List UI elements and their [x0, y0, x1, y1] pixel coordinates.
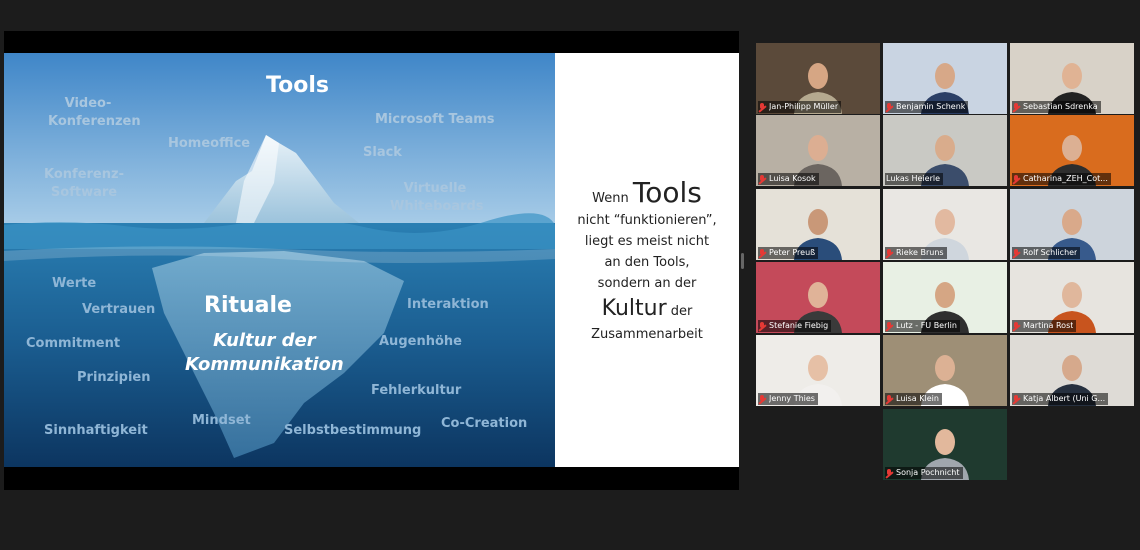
presentation-slide: Tools Rituale Kultur der Kommunikation V…: [4, 53, 739, 467]
participant-tile[interactable]: Sonja Pochnicht: [883, 409, 1007, 480]
keyword-vertrauen: Vertrauen: [82, 302, 156, 317]
participant-name: Catharina_ZEH_Cot...: [1023, 174, 1108, 183]
participant-name-label: Luisa Kosok: [758, 173, 819, 185]
participant-tile[interactable]: Jenny Thies: [756, 335, 880, 406]
keyword-sinnhaftigkeit: Sinnhaftigkeit: [44, 423, 148, 438]
participant-name: Benjamin Schenk: [896, 102, 966, 111]
participant-name: Sonja Pochnicht: [896, 468, 960, 477]
text-line-2: liegt es meist nicht: [584, 233, 710, 249]
participant-tile[interactable]: Lukas Heierle: [883, 115, 1007, 186]
shared-screen: Tools Rituale Kultur der Kommunikation V…: [4, 31, 739, 490]
keyword-virtuelle-whiteboards: Virtuelle Whiteboards: [390, 181, 484, 214]
tools-heading: Tools: [266, 73, 329, 98]
muted-mic-icon: [1013, 321, 1020, 331]
participant-name-label: Rolf Schlicher: [1012, 247, 1081, 259]
participant-name-label: Sonja Pochnicht: [885, 467, 963, 479]
muted-mic-icon: [1013, 394, 1020, 404]
keyword-prinzipien: Prinzipien: [77, 370, 151, 385]
muted-mic-icon: [886, 248, 893, 258]
keyword-selbstbestimmung: Selbstbestimmung: [284, 423, 422, 438]
participant-tile[interactable]: Benjamin Schenk: [883, 43, 1007, 114]
participant-name: Luisa Klein: [896, 394, 939, 403]
participant-name-label: Jan-Philipp Müller: [758, 101, 842, 113]
kultur-heading: Kultur der Kommunikation: [185, 330, 344, 375]
participant-tile[interactable]: Rieke Bruns: [883, 189, 1007, 260]
text-kultur-large: Kultur: [601, 295, 667, 321]
participant-tile[interactable]: Luisa Kosok: [756, 115, 880, 186]
muted-mic-icon: [759, 174, 766, 184]
participant-tile[interactable]: Rolf Schlicher: [1010, 189, 1134, 260]
text-der: der: [670, 303, 693, 319]
participant-name-label: Peter Preuß: [758, 247, 819, 259]
participant-name: Peter Preuß: [769, 248, 816, 257]
participant-tile[interactable]: Catharina_ZEH_Cot...: [1010, 115, 1134, 186]
keyword-videokonferenzen: Video- Konferenzen: [48, 96, 141, 129]
participant-name: Lutz - FU Berlin: [896, 321, 957, 330]
muted-mic-icon: [886, 468, 893, 478]
participant-name: Lukas Heierle: [886, 174, 941, 183]
participant-name: Luisa Kosok: [769, 174, 816, 183]
muted-mic-icon: [886, 321, 893, 331]
text-wenn: Wenn: [592, 190, 629, 206]
participant-name: Katja Albert (Uni G...: [1023, 394, 1106, 403]
participant-name-label: Benjamin Schenk: [885, 101, 969, 113]
iceberg-image: Tools Rituale Kultur der Kommunikation V…: [4, 53, 555, 467]
muted-mic-icon: [759, 321, 766, 331]
participant-name-label: Stefanie Fiebig: [758, 320, 832, 332]
participant-name-label: Jenny Thies: [758, 393, 818, 405]
keyword-augenhoehe: Augenhöhe: [379, 334, 462, 349]
participant-name: Martina Rost: [1023, 321, 1074, 330]
keyword-slack: Slack: [363, 145, 402, 160]
participant-tile[interactable]: Katja Albert (Uni G...: [1010, 335, 1134, 406]
participant-tile[interactable]: Sebastian Sdrenka: [1010, 43, 1134, 114]
participant-name: Stefanie Fiebig: [769, 321, 829, 330]
participant-tile[interactable]: Martina Rost: [1010, 262, 1134, 333]
participant-name-label: Katja Albert (Uni G...: [1012, 393, 1109, 405]
muted-mic-icon: [1013, 248, 1020, 258]
participant-tile[interactable]: Jan-Philipp Müller: [756, 43, 880, 114]
keyword-interaktion: Interaktion: [407, 297, 489, 312]
muted-mic-icon: [759, 248, 766, 258]
participant-name-label: Rieke Bruns: [885, 247, 947, 259]
participant-name: Rolf Schlicher: [1023, 248, 1078, 257]
muted-mic-icon: [759, 394, 766, 404]
text-line-1: nicht “funktionieren”,: [577, 212, 717, 228]
participant-name-label: Martina Rost: [1012, 320, 1077, 332]
participant-tile[interactable]: Peter Preuß: [756, 189, 880, 260]
text-line-kultur-der: Kultur der: [602, 294, 693, 324]
slide-text-panel: Wenn Tools nicht “funktionieren”, liegt …: [555, 53, 739, 467]
participant-name: Rieke Bruns: [896, 248, 944, 257]
text-line-3: an den Tools,: [604, 254, 690, 270]
view-resize-handle[interactable]: [741, 253, 744, 269]
participant-name: Jan-Philipp Müller: [769, 102, 839, 111]
rituale-heading: Rituale: [204, 293, 292, 318]
participant-name-label: Lukas Heierle: [885, 173, 944, 185]
keyword-mindset: Mindset: [192, 413, 251, 428]
muted-mic-icon: [1013, 174, 1020, 184]
participant-name-label: Lutz - FU Berlin: [885, 320, 960, 332]
keyword-konferenz-software: Konferenz- Software: [44, 167, 124, 200]
text-line-5: Zusammenarbeit: [591, 326, 703, 342]
participant-name-label: Catharina_ZEH_Cot...: [1012, 173, 1111, 185]
muted-mic-icon: [886, 394, 893, 404]
text-line-wenn-tools: Wenn Tools: [592, 176, 702, 210]
keyword-microsoft-teams: Microsoft Teams: [375, 112, 495, 127]
participant-name-label: Sebastian Sdrenka: [1012, 101, 1101, 113]
keyword-co-creation: Co-Creation: [441, 416, 528, 431]
muted-mic-icon: [759, 102, 766, 112]
keyword-homeoffice: Homeoffice: [168, 136, 251, 151]
participant-name: Sebastian Sdrenka: [1023, 102, 1098, 111]
keyword-fehlerkultur: Fehlerkultur: [371, 383, 462, 398]
participant-tile[interactable]: Lutz - FU Berlin: [883, 262, 1007, 333]
keyword-werte: Werte: [52, 276, 97, 291]
muted-mic-icon: [1013, 102, 1020, 112]
text-line-4: sondern an der: [597, 275, 697, 291]
keyword-commitment: Commitment: [26, 336, 121, 351]
participant-name-label: Luisa Klein: [885, 393, 942, 405]
muted-mic-icon: [886, 102, 893, 112]
text-tools-large: Tools: [632, 175, 702, 209]
participant-tile[interactable]: Luisa Klein: [883, 335, 1007, 406]
participant-name: Jenny Thies: [769, 394, 815, 403]
participant-tile[interactable]: Stefanie Fiebig: [756, 262, 880, 333]
